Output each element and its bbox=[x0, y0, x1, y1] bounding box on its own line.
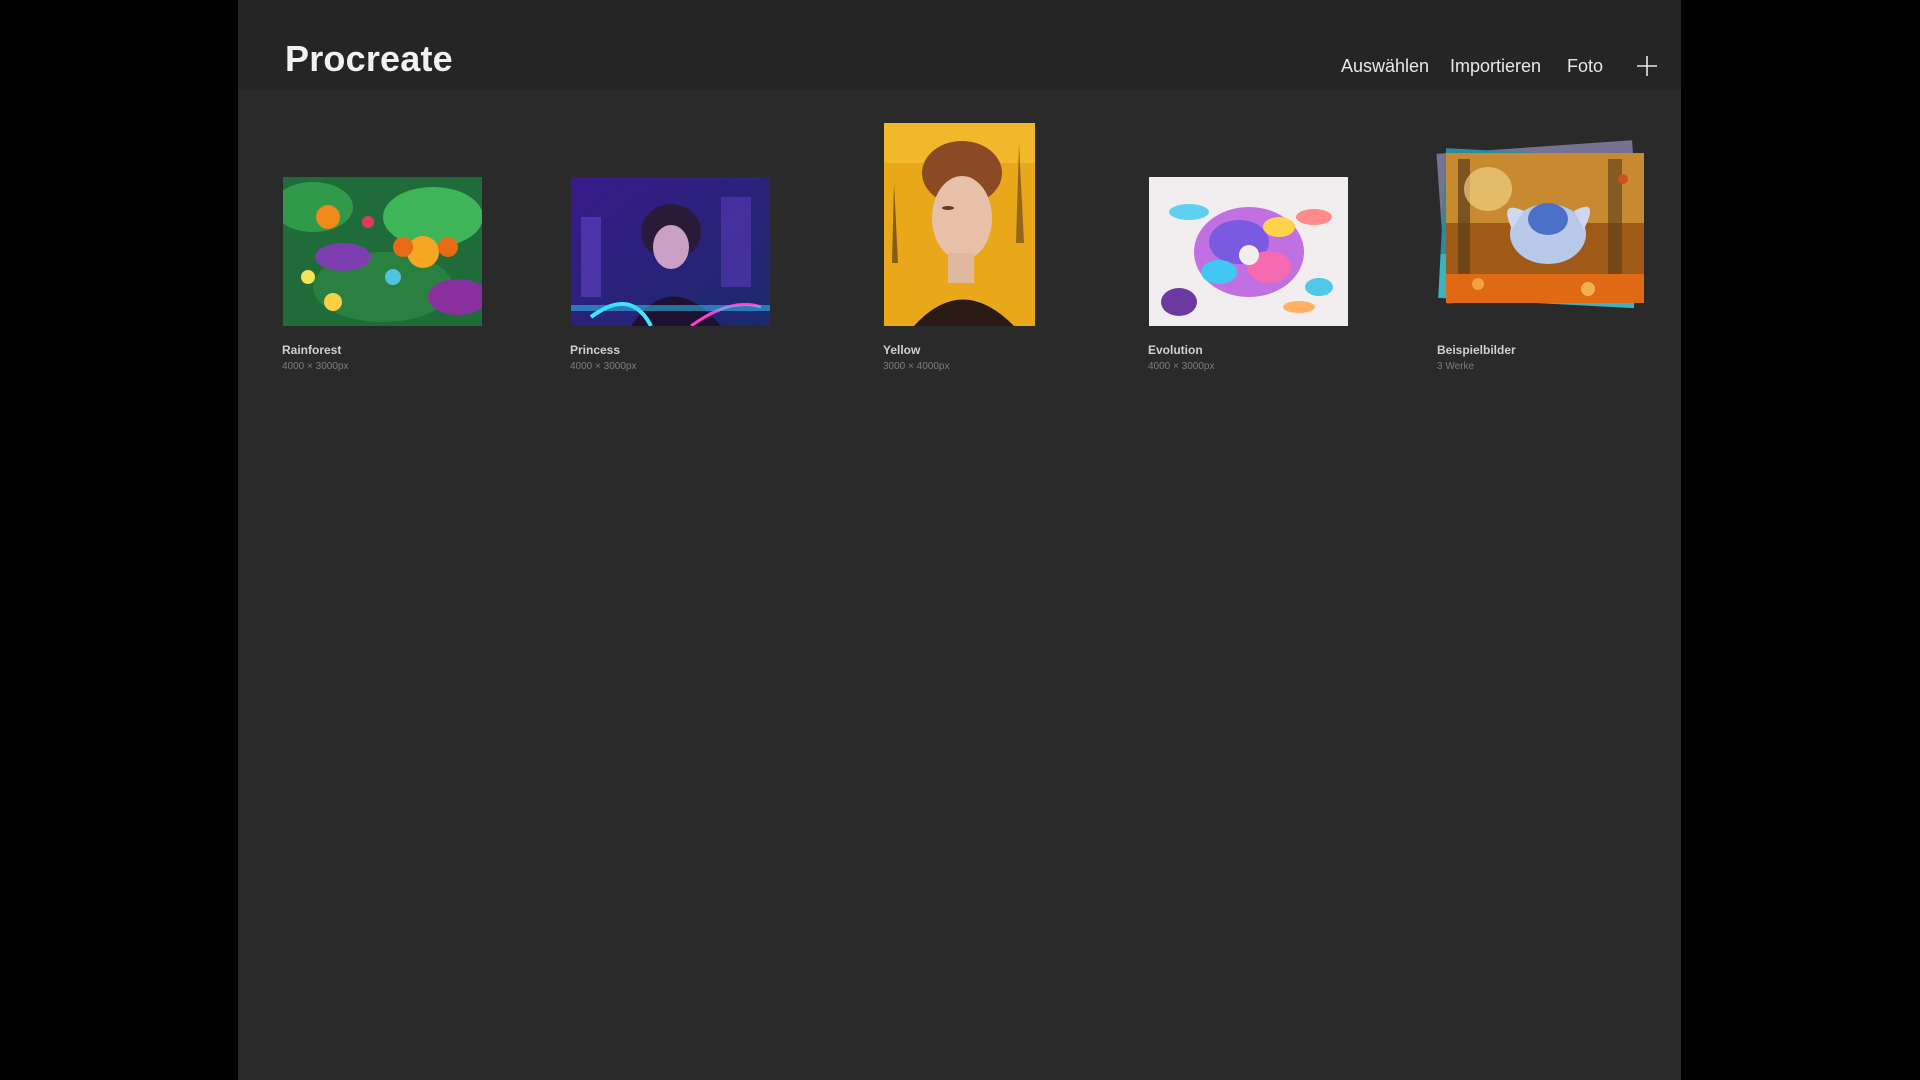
artwork-title: Evolution bbox=[1148, 343, 1203, 357]
procreate-gallery-window: Procreate Auswählen Importieren Foto Rai… bbox=[238, 0, 1681, 1080]
artwork-dimensions: 4000 × 3000px bbox=[1148, 361, 1215, 372]
stack-count: 3 Werke bbox=[1437, 361, 1475, 372]
artwork-title: Yellow bbox=[883, 343, 921, 357]
artwork-dimensions: 3000 × 4000px bbox=[883, 361, 950, 372]
artwork-gallery: Rainforest 4000 × 3000px Princess 4000 ×… bbox=[238, 0, 1681, 1080]
artwork-thumbnail[interactable] bbox=[283, 177, 482, 326]
stack-thumbnail[interactable] bbox=[1428, 139, 1648, 319]
stack-title: Beispielbilder bbox=[1437, 343, 1516, 357]
artwork-dimensions: 4000 × 3000px bbox=[570, 361, 637, 372]
artwork-thumbnail[interactable] bbox=[884, 123, 1035, 326]
artwork-thumbnail[interactable] bbox=[571, 177, 770, 326]
artwork-thumbnail[interactable] bbox=[1149, 177, 1348, 326]
artwork-title: Princess bbox=[570, 343, 621, 357]
artwork-dimensions: 4000 × 3000px bbox=[282, 361, 349, 372]
artwork-title: Rainforest bbox=[282, 343, 342, 357]
